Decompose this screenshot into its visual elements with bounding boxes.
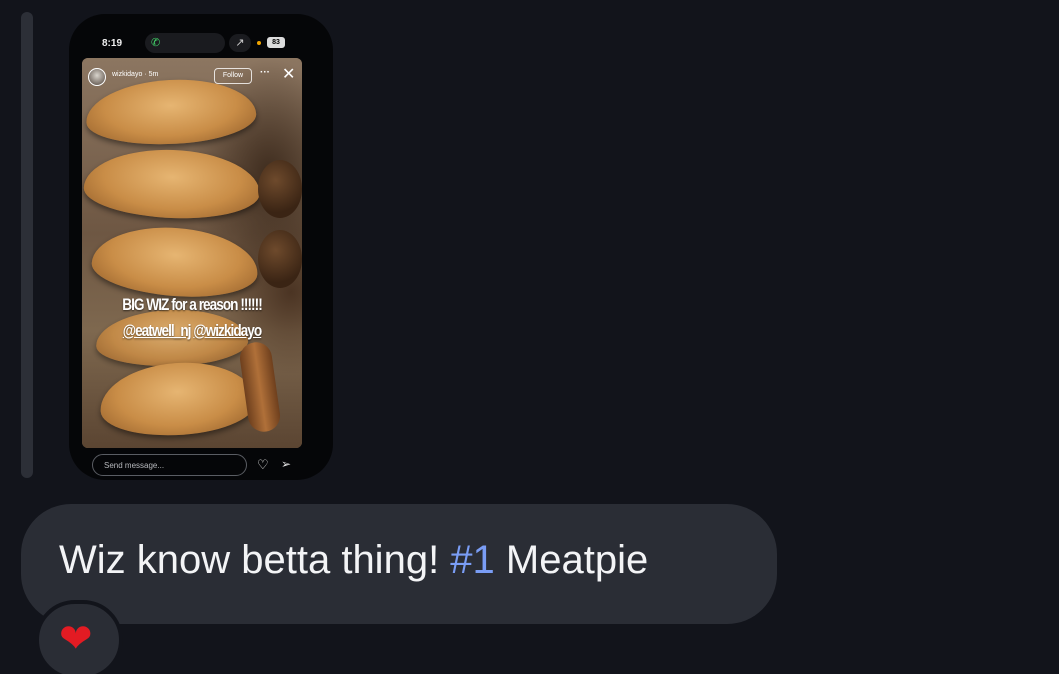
send-message-field: Send message... [92, 454, 247, 476]
story-header: wizkidayo · 5m Follow ··· ✕ [82, 58, 302, 92]
location-arrow-icon: ↗ [229, 34, 251, 52]
follow-button: Follow [214, 68, 252, 84]
caption-line-1: BIG WIZ for a reason !!!!!! [122, 295, 263, 314]
reaction-badge[interactable]: ❤ [35, 600, 123, 674]
close-icon: ✕ [282, 66, 296, 83]
shared-story-screenshot[interactable]: 8:19 ✆ ↗ 83 wizkidayo · 5m Follow ··· ✕ … [69, 14, 333, 480]
heart-outline-icon: ♡ [257, 457, 269, 472]
phone-icon: ✆ [151, 37, 161, 49]
caption-line-2: @eatwell_nj @wizkidayo [107, 318, 277, 344]
story-image: wizkidayo · 5m Follow ··· ✕ BIG WIZ for … [82, 58, 302, 448]
reply-thread-line [21, 12, 33, 478]
chat-view: 8:19 ✆ ↗ 83 wizkidayo · 5m Follow ··· ✕ … [0, 0, 1059, 674]
story-caption: BIG WIZ for a reason !!!!!! @eatwell_nj … [107, 292, 277, 344]
dynamic-island: ✆ [145, 33, 225, 53]
privacy-dot [257, 41, 261, 45]
message-text: Wiz know betta thing! #1 Meatpie [59, 538, 648, 583]
pastry-image [258, 230, 302, 288]
pastry-image [258, 160, 302, 218]
story-age: 5m [148, 71, 159, 78]
battery-icon: 83 [267, 37, 285, 48]
hashtag-link[interactable]: #1 [450, 538, 495, 582]
caption-mention-eatwell: @eatwell_nj [122, 321, 192, 340]
red-heart-icon: ❤ [59, 617, 93, 661]
avatar [88, 68, 106, 86]
message-bubble[interactable]: Wiz know betta thing! #1 Meatpie [21, 504, 777, 624]
more-icon: ··· [260, 67, 270, 78]
message-text-part: Meatpie [494, 538, 649, 582]
status-time: 8:19 [102, 38, 123, 49]
story-username: wizkidayo · 5m [112, 71, 159, 78]
caption-mention-wizkidayo: @wizkidayo [193, 321, 262, 340]
username-text: wizkidayo [112, 71, 143, 78]
send-icon: ➢ [281, 457, 292, 471]
message-text-part: Wiz know betta thing! [59, 538, 451, 582]
